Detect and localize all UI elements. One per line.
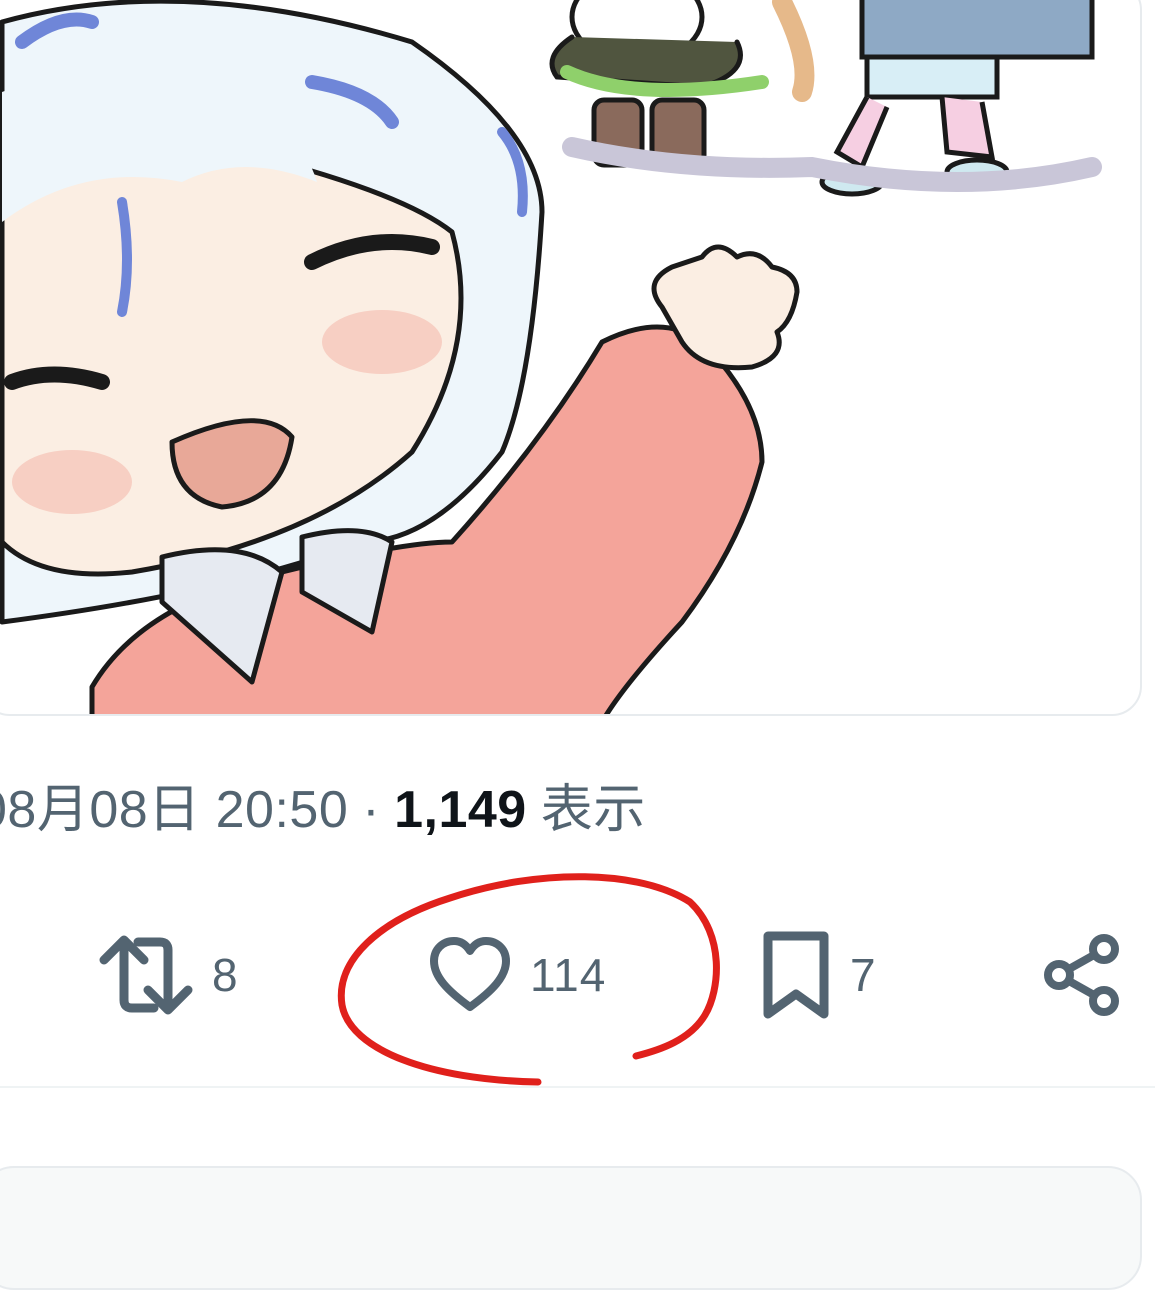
background-character-left [549,0,815,168]
meta-separator: · [362,781,381,839]
bookmark-icon [763,931,829,1019]
retweet-icon [99,935,193,1015]
retweet-button[interactable]: 8 [98,930,239,1020]
retweet-count: 8 [212,949,239,1001]
view-count-label: 表示 [540,781,646,839]
share-icon [1044,934,1119,1016]
action-bar-divider [0,1086,1155,1088]
share-button[interactable] [1042,930,1126,1020]
ground-shadow [562,137,1102,192]
view-count[interactable]: 1,149 [394,781,527,839]
tweet-meta-line: 08月08日 20:50 · 1,149 表示 [0,770,646,850]
bookmark-button[interactable]: 7 [760,930,877,1020]
heart-icon [430,937,510,1011]
next-tweet-card[interactable] [0,1166,1142,1290]
bookmark-count: 7 [850,949,877,1001]
tweet-action-bar: 8 114 7 [0,900,1155,1050]
tweet-timestamp[interactable]: 08月08日 20:50 [0,781,348,839]
tweet-media-card[interactable] [0,0,1142,716]
like-button[interactable]: 114 [428,930,606,1020]
like-count: 114 [530,949,607,1001]
media-illustration [0,0,1102,714]
